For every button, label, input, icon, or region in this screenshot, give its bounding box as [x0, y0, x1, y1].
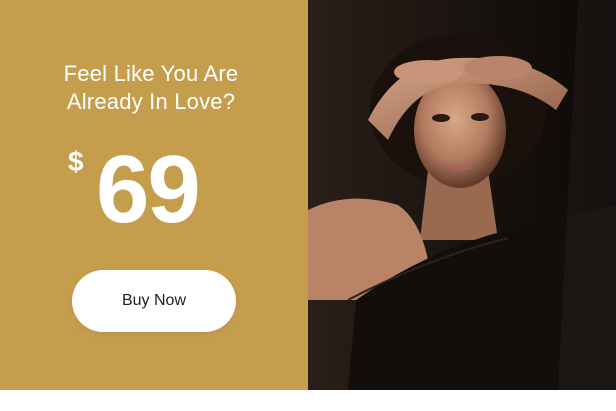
portrait-illustration [308, 0, 616, 390]
promo-headline: Feel Like You Are Already In Love? [0, 60, 302, 116]
portrait-photo [308, 0, 616, 390]
buy-now-button[interactable]: Buy Now [72, 270, 236, 332]
promo-panel: Feel Like You Are Already In Love? $ 69 … [0, 0, 308, 390]
right-eye [471, 113, 489, 121]
left-eye [432, 114, 450, 122]
hand-left [394, 60, 462, 84]
promo-banner: Feel Like You Are Already In Love? $ 69 … [0, 0, 616, 390]
hand-right [464, 56, 532, 80]
headline-line-1: Feel Like You Are [63, 61, 239, 86]
headline-line-2: Already In Love? [66, 89, 236, 114]
currency-symbol: $ [68, 146, 84, 177]
price-amount: 69 [96, 136, 201, 243]
